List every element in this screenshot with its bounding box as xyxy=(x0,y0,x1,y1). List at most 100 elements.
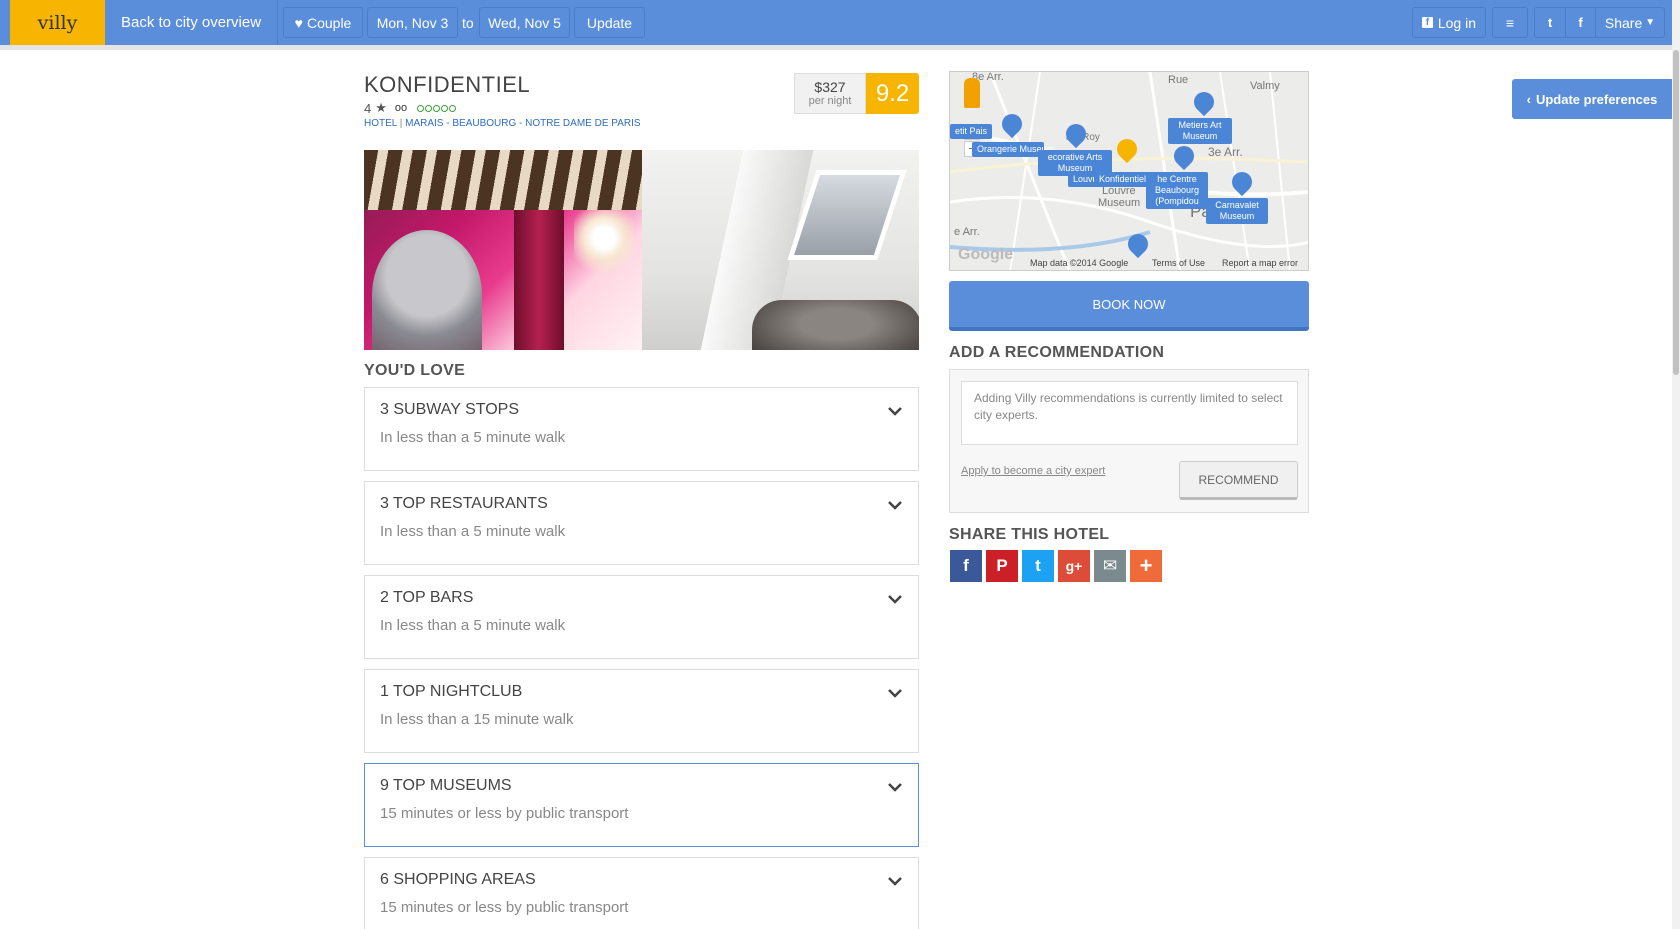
facebook-icon: f xyxy=(1578,15,1583,30)
love-card-subway[interactable]: 3 SUBWAY STOPS In less than a 5 minute w… xyxy=(364,387,919,471)
map-label-arr-bottom: e Arr. xyxy=(954,226,980,238)
map-label-rue: Rue xyxy=(1168,74,1189,86)
chevron-left-icon: ‹ xyxy=(1526,91,1531,107)
tripadvisor-rating-dots xyxy=(417,104,457,112)
map-pin-orangerie[interactable]: Orangerie Museum xyxy=(972,142,1054,157)
street-view-pegman-icon[interactable] xyxy=(964,78,980,108)
price-per-night-label: per night xyxy=(808,95,852,107)
share-icons-row: f P t g+ ✉ + xyxy=(950,550,1162,582)
map-pin-carnavalet[interactable]: Carnavalet Museum xyxy=(1206,198,1268,224)
tripadvisor-owl-icon: oo xyxy=(394,102,408,114)
apply-city-expert-link[interactable]: Apply to become a city expert xyxy=(961,465,1105,477)
hotel-rating-row: 4 ★ oo xyxy=(364,100,457,116)
login-button[interactable]: f Log in xyxy=(1412,7,1486,38)
love-card-restaurants[interactable]: 3 TOP RESTAURANTS In less than a 5 minut… xyxy=(364,481,919,565)
price-box: $327 per night xyxy=(794,73,866,114)
check-out-date-button[interactable]: Wed, Nov 5 xyxy=(479,7,570,38)
map-report-error-link[interactable]: Report a map error xyxy=(1222,258,1298,268)
love-card-subtitle: In less than a 15 minute walk xyxy=(380,711,574,728)
star-icon: ★ xyxy=(375,100,387,115)
facebook-nav-button[interactable]: f xyxy=(1565,7,1596,38)
hotel-photo-bedroom-portrait[interactable] xyxy=(364,150,642,350)
pinterest-share-button[interactable]: P xyxy=(986,550,1018,582)
map-pin-petit-palais[interactable]: etit Pais xyxy=(950,124,993,139)
map-pin-konfidentiel[interactable]: Konfidentiel xyxy=(1094,172,1152,187)
share-hotel-title: SHARE THIS HOTEL xyxy=(949,526,1110,543)
love-card-subtitle: 15 minutes or less by public transport xyxy=(380,899,629,916)
hotel-type-link[interactable]: HOTEL xyxy=(364,118,397,129)
recommend-button[interactable]: RECOMMEND xyxy=(1179,461,1298,500)
love-card-title: 2 TOP BARS xyxy=(380,589,474,606)
back-to-city-overview-link[interactable]: Back to city overview xyxy=(105,0,279,45)
update-dates-button[interactable]: Update xyxy=(574,7,645,38)
love-card-title: 1 TOP NIGHTCLUB xyxy=(380,683,523,700)
map-label-valmy: Valmy xyxy=(1250,80,1280,92)
facebook-square-icon: f xyxy=(1422,17,1433,28)
love-card-subtitle: 15 minutes or less by public transport xyxy=(380,805,629,822)
map-label-arr3: 3e Arr. xyxy=(1208,145,1243,159)
page-scrollbar-thumb[interactable] xyxy=(1673,50,1679,375)
update-preferences-button[interactable]: ‹ Update preferences xyxy=(1512,79,1672,119)
more-share-button[interactable]: + xyxy=(1130,550,1162,582)
love-card-shopping[interactable]: 6 SHOPPING AREAS 15 minutes or less by p… xyxy=(364,857,919,929)
more-share-icon: + xyxy=(1139,553,1153,578)
check-in-date-button[interactable]: Mon, Nov 3 xyxy=(367,7,458,38)
love-card-title: 6 SHOPPING AREAS xyxy=(380,871,536,888)
pinterest-icon: P xyxy=(996,556,1008,575)
date-separator: to xyxy=(462,14,474,31)
hotel-name: KONFIDENTIEL xyxy=(364,72,531,97)
add-recommendation-title: ADD A RECOMMENDATION xyxy=(949,344,1165,361)
facebook-share-button[interactable]: f xyxy=(950,550,982,582)
map-data-attribution: Map data ©2014 Google xyxy=(1030,258,1129,268)
map-pin-metiers[interactable]: Metiers Art Museum xyxy=(1168,118,1232,144)
chevron-down-icon[interactable] xyxy=(886,778,904,796)
love-card-subtitle: In less than a 5 minute walk xyxy=(380,617,566,634)
neighborhood-link[interactable]: MARAIS - BEAUBOURG - NOTRE DAME DE PARIS xyxy=(405,118,640,129)
share-label: Share xyxy=(1604,14,1643,31)
login-label: Log in xyxy=(1437,14,1476,31)
chevron-down-icon[interactable] xyxy=(886,496,904,514)
hotel-photo-attic-room[interactable] xyxy=(642,150,919,350)
google-plus-icon: g+ xyxy=(1065,558,1083,574)
twitter-icon: t xyxy=(1547,15,1553,30)
hotel-tags: HOTEL | MARAIS - BEAUBOURG - NOTRE DAME … xyxy=(364,118,641,129)
recommendation-textarea[interactable]: Adding Villy recommendations is currentl… xyxy=(961,381,1298,445)
love-card-museums[interactable]: 9 TOP MUSEUMS 15 minutes or less by publ… xyxy=(364,763,919,847)
couple-button[interactable]: ♥ Couple xyxy=(283,7,363,38)
topbar-shadow xyxy=(0,45,1680,50)
recommendation-panel: Adding Villy recommendations is currentl… xyxy=(949,369,1309,513)
twitter-icon: t xyxy=(1035,556,1041,575)
love-card-title: 3 TOP RESTAURANTS xyxy=(380,495,548,512)
star-count: 4 xyxy=(364,100,372,116)
chevron-down-icon[interactable] xyxy=(886,872,904,890)
youd-love-title: YOU'D LOVE xyxy=(364,362,466,379)
email-share-button[interactable]: ✉ xyxy=(1094,550,1126,582)
update-preferences-label: Update preferences xyxy=(1535,91,1658,107)
email-icon: ✉ xyxy=(1102,556,1118,575)
chevron-down-icon: ▼ xyxy=(1645,17,1656,28)
love-card-title: 3 SUBWAY STOPS xyxy=(380,401,520,418)
map-terms-link[interactable]: Terms of Use xyxy=(1152,258,1205,268)
map-label-museum: Museum xyxy=(1098,197,1141,209)
chevron-down-icon[interactable] xyxy=(886,684,904,702)
chevron-down-icon[interactable] xyxy=(886,590,904,608)
menu-button[interactable]: ≡ xyxy=(1492,7,1528,38)
love-card-bars[interactable]: 2 TOP BARS In less than a 5 minute walk xyxy=(364,575,919,659)
villy-logo[interactable]: villy xyxy=(10,0,105,45)
share-dropdown-button[interactable]: Share ▼ xyxy=(1595,7,1665,38)
google-logo: Google xyxy=(958,246,1014,263)
map-pin-centre-pompidou[interactable]: he Centre Beaubourg (Pompidou xyxy=(1146,172,1208,209)
google-plus-share-button[interactable]: g+ xyxy=(1058,550,1090,582)
twitter-nav-button[interactable]: t xyxy=(1534,7,1566,38)
twitter-share-button[interactable]: t xyxy=(1022,550,1054,582)
hotel-location-map[interactable]: 8e Arr. Rue Valmy 3e Arr. ais-Roy Louvre… xyxy=(949,71,1309,271)
facebook-icon: f xyxy=(963,556,969,575)
chevron-down-icon[interactable] xyxy=(886,402,904,420)
couple-label: Couple xyxy=(306,14,352,31)
hamburger-menu-icon: ≡ xyxy=(1505,14,1515,31)
heart-icon: ♥ xyxy=(294,14,303,31)
hotel-score-badge: 9.2 xyxy=(866,73,919,114)
book-now-button[interactable]: BOOK NOW xyxy=(949,281,1309,331)
love-card-nightclub[interactable]: 1 TOP NIGHTCLUB In less than a 15 minute… xyxy=(364,669,919,753)
love-card-subtitle: In less than a 5 minute walk xyxy=(380,523,566,540)
